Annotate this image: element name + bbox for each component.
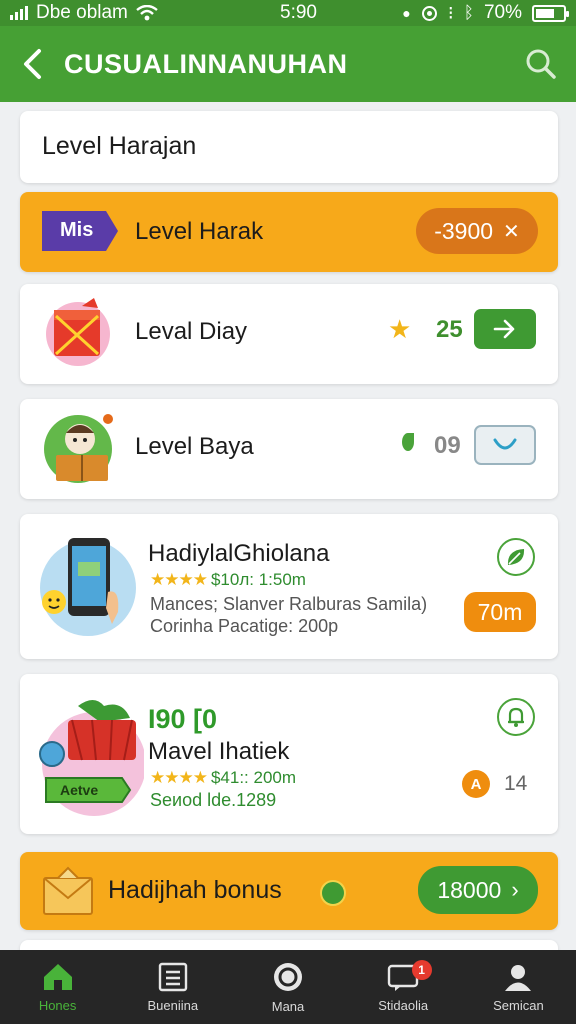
list-icon [158, 962, 187, 991]
product-1-rating: ★★★★ $10л: 1:50m [150, 570, 306, 590]
reading-character-icon [42, 411, 118, 485]
level-harak-title: Level Harak [135, 218, 264, 245]
nav-label-list: Bueniina [147, 997, 199, 1013]
envelope-icon [42, 864, 94, 918]
leaf-icon [402, 433, 414, 451]
product-2-bell-button[interactable] [497, 698, 535, 736]
product-1-stars: ★★★★ [150, 570, 208, 589]
product-1-line-2: Corinha Pacatige: 200p [150, 616, 339, 636]
bonus-card[interactable]: Hadijhah bonus 18000 › [20, 852, 558, 930]
search-icon [526, 49, 556, 79]
product-1-meta: $10л: 1:50m [210, 570, 306, 589]
gift-box-icon [42, 294, 114, 366]
product-2-line-1: Seиod lde.1289 [150, 790, 276, 811]
wifi-icon [136, 5, 158, 21]
product-1-price-button[interactable]: 70m [464, 592, 536, 632]
product-1-price: 70m [477, 598, 523, 625]
leval-diay-title: Leval Diay [135, 318, 248, 345]
chat-badge: 1 [411, 960, 432, 980]
nav-item-home[interactable]: Hones [0, 950, 115, 1024]
bottom-nav: Hones Bueniina Mana 1 Stidaolia Semican [0, 950, 576, 1024]
level-harak-value: -3900 [434, 217, 494, 244]
page-title: CUSUALINNANUHAN [64, 48, 348, 79]
bonus-title: Hadijhah bonus [108, 876, 282, 904]
leaf-icon [507, 549, 525, 565]
leval-diay-go-button[interactable] [474, 309, 536, 349]
header-card: Level Harajan [20, 111, 558, 183]
location-icon: ● [402, 5, 411, 21]
vibrate-icon: ⁝ [447, 2, 454, 24]
nav-label-mana: Mana [271, 998, 305, 1014]
header-title: Level Harajan [42, 132, 197, 160]
product-2-line-1-text: Seиod lde.1289 [150, 790, 277, 810]
nav-item-mana[interactable]: Mana [230, 950, 345, 1024]
product-2-badge: A [462, 770, 490, 798]
cup-icon [493, 438, 517, 450]
back-button[interactable] [0, 26, 64, 102]
product-1-leaf-button[interactable] [497, 538, 535, 576]
close-icon: ✕ [503, 220, 520, 243]
nav-label-home: Hones [38, 997, 77, 1013]
bonus-value-button[interactable]: 18000 › [418, 866, 538, 914]
product-card-basket[interactable]: Aetve I90 [0 Mavel Ihatiek ★★★★ $41:: 200… [20, 674, 558, 834]
app-bar: CUSUALINNANUHAN [0, 26, 576, 102]
bonus-value: 18000 [437, 876, 502, 903]
product-2-headline: I90 [0 [148, 704, 218, 734]
mis-tag: Mis [40, 209, 120, 253]
clock: 5:90 [280, 2, 317, 23]
leval-diay-score: 25 [436, 316, 463, 343]
product-2-count: 14 [504, 772, 528, 795]
level-baya-action-button[interactable] [474, 425, 536, 465]
user-icon [505, 964, 532, 991]
nav-label-chat: Stidaolia [378, 997, 429, 1013]
product-2-title: Mavel Ihatiek [148, 738, 290, 765]
basket-icon: Aetve [38, 692, 146, 818]
nav-item-list[interactable]: Bueniina [115, 950, 230, 1024]
carrier-label: Dbe oblam [36, 2, 128, 23]
signal-icon [10, 6, 28, 20]
leval-diay-card[interactable]: Leval Diay ★ 25 [20, 284, 558, 384]
status-bar: Dbe oblam 5:90 ● ⁝ ᛒ 70% [0, 0, 576, 26]
mis-tag-label: Mis [60, 219, 94, 241]
product-1-line-1: Mances; Slanver Ralburas Samila) [150, 594, 428, 614]
level-baya-card[interactable]: Level Baya 09 [20, 399, 558, 499]
chevron-right-icon: › [511, 877, 519, 902]
nav-item-user[interactable]: Semican [461, 950, 576, 1024]
phone-icon [38, 532, 138, 638]
nav-item-chat[interactable]: 1 Stidaolia [346, 950, 461, 1024]
coin-icon [320, 880, 346, 906]
arrow-right-icon [493, 319, 515, 339]
bell-icon [508, 707, 524, 727]
alarm-icon [421, 5, 437, 21]
product-2-rating: ★★★★ $41:: 200m [150, 768, 296, 788]
product-2-sign-text: Aetve [60, 782, 99, 798]
bluetooth-icon: ᛒ [463, 3, 474, 22]
product-card-phone[interactable]: HadiylalGhiolana ★★★★ $10л: 1:50m Mances;… [20, 514, 558, 659]
product-2-stars: ★★★★ [150, 768, 208, 787]
chevron-left-icon [24, 49, 41, 79]
profile-circle-icon [274, 962, 302, 991]
product-1-title: HadiylalGhiolana [148, 540, 330, 567]
star-icon: ★ [388, 314, 412, 344]
level-baya-title: Level Baya [135, 433, 254, 460]
home-icon [43, 963, 72, 990]
search-button[interactable] [506, 26, 576, 102]
battery-label: 70% [483, 2, 522, 23]
nav-label-user: Semican [493, 997, 544, 1013]
product-2-meta: $41:: 200m [210, 768, 297, 787]
battery-icon [532, 4, 569, 22]
level-harak-value-button[interactable]: -3900 ✕ [416, 208, 538, 254]
level-baya-score: 09 [434, 432, 461, 459]
level-harak-card[interactable]: Mis Level Harak -3900 ✕ [20, 192, 558, 272]
